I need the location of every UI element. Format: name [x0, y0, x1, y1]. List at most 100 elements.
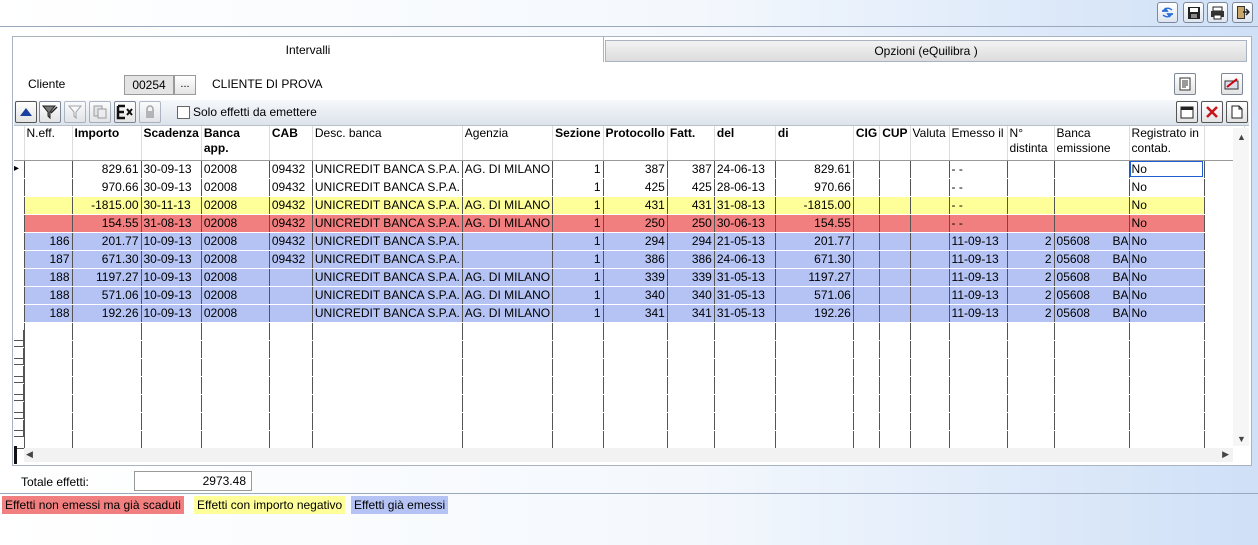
cell-distinta[interactable]: 2	[1007, 268, 1055, 287]
cell-banca-emissione[interactable]: 05608 BA	[1054, 250, 1130, 269]
cell-banca-emissione[interactable]	[1054, 178, 1130, 197]
cell-cab[interactable]: 09432	[269, 160, 313, 179]
col-banca-app[interactable]: Banca app.	[201, 126, 270, 161]
cell-scadenza[interactable]: 10-09-13	[141, 268, 202, 287]
cell-del[interactable]: 30-06-13	[714, 214, 776, 233]
filter-icon[interactable]	[64, 101, 86, 123]
cell-cab[interactable]: 09432	[269, 196, 313, 215]
cell-banca-emissione[interactable]: 05608 BA	[1054, 232, 1130, 251]
col-cup[interactable]: CUP	[879, 126, 911, 161]
cell-neff[interactable]: 188	[24, 268, 73, 287]
cell-banca-emissione[interactable]: 05608 BA	[1054, 304, 1130, 323]
exit-icon[interactable]	[1232, 2, 1253, 23]
cell-del[interactable]: 31-08-13	[714, 196, 776, 215]
cell-di[interactable]: 829.61	[775, 160, 854, 179]
cell-neff[interactable]	[24, 178, 73, 197]
vertical-scrollbar[interactable]: ▲ ▼	[1233, 128, 1249, 446]
cell-importo[interactable]: 829.61	[72, 160, 142, 179]
cell-del[interactable]: 31-05-13	[714, 268, 776, 287]
cell-cab[interactable]: 09432	[269, 250, 313, 269]
cell-emesso-il[interactable]: - -	[949, 214, 1008, 233]
cliente-browse-button[interactable]: ...	[174, 75, 196, 95]
cell-importo[interactable]: 201.77	[72, 232, 142, 251]
cell-protocollo[interactable]: 339	[603, 268, 668, 287]
cell-sezione[interactable]: 1	[552, 304, 604, 323]
cell-banca-emissione[interactable]	[1054, 160, 1130, 179]
cell-valuta[interactable]	[910, 232, 950, 251]
cell-emesso-il[interactable]: 11-09-13	[949, 232, 1008, 251]
cell-cab[interactable]: 09432	[269, 178, 313, 197]
cell-valuta[interactable]	[910, 268, 950, 287]
cell-registrato[interactable]: No	[1129, 178, 1205, 197]
cell-banca-app[interactable]: 02008	[201, 178, 270, 197]
col-valuta[interactable]: Valuta	[910, 126, 950, 161]
solo-effetti-checkbox[interactable]	[177, 106, 190, 119]
cell-cup[interactable]	[879, 250, 911, 269]
cell-importo[interactable]: 154.55	[72, 214, 142, 233]
cell-cab[interactable]: 09432	[269, 232, 313, 251]
cell-protocollo[interactable]: 294	[603, 232, 668, 251]
table-row[interactable]: 188 192.26 10-09-13 02008 UNICREDIT BANCA S.…	[14, 304, 1245, 323]
delete-icon[interactable]	[1201, 101, 1223, 123]
cliente-code-field[interactable]: 00254	[124, 75, 174, 95]
cell-registrato[interactable]: No	[1129, 160, 1205, 179]
cell-sezione[interactable]: 1	[552, 196, 604, 215]
cell-sezione[interactable]: 1	[552, 160, 604, 179]
cell-agenzia[interactable]: AG. DI MILANO	[462, 214, 554, 233]
cell-di[interactable]: 970.66	[775, 178, 854, 197]
cell-banca-emissione[interactable]: 05608 BA	[1054, 268, 1130, 287]
cell-desc-banca[interactable]: UNICREDIT BANCA S.P.A.	[312, 178, 463, 197]
cell-fatt[interactable]: 341	[667, 304, 715, 323]
cell-desc-banca[interactable]: UNICREDIT BANCA S.P.A.	[312, 286, 463, 305]
cell-fatt[interactable]: 339	[667, 268, 715, 287]
cell-fatt[interactable]: 387	[667, 160, 715, 179]
cell-sezione[interactable]: 1	[552, 286, 604, 305]
cell-fatt[interactable]: 294	[667, 232, 715, 251]
cell-neff[interactable]: 188	[24, 286, 73, 305]
cell-neff[interactable]	[24, 196, 73, 215]
cell-agenzia[interactable]	[462, 250, 554, 269]
cell-fatt[interactable]: 250	[667, 214, 715, 233]
cell-neff[interactable]	[24, 160, 73, 179]
cell-protocollo[interactable]: 340	[603, 286, 668, 305]
cell-agenzia[interactable]	[462, 178, 554, 197]
table-row[interactable]: 188 571.06 10-09-13 02008 UNICREDIT BANCA S.…	[14, 286, 1245, 305]
cell-banca-app[interactable]: 02008	[201, 196, 270, 215]
cell-cig[interactable]	[853, 304, 881, 323]
cell-di[interactable]: -1815.00	[775, 196, 854, 215]
col-agenzia[interactable]: Agenzia	[462, 126, 554, 161]
cell-cab[interactable]	[269, 286, 313, 305]
col-di[interactable]: di	[775, 126, 854, 161]
table-row[interactable]: 970.66 30-09-13 02008 09432 UNICREDIT BANCA …	[14, 178, 1245, 197]
cell-di[interactable]: 201.77	[775, 232, 854, 251]
cell-emesso-il[interactable]: 11-09-13	[949, 250, 1008, 269]
cell-valuta[interactable]	[910, 214, 950, 233]
col-banca-emissione[interactable]: Banca emissione	[1054, 126, 1130, 161]
cell-cup[interactable]	[879, 178, 911, 197]
cell-importo[interactable]: -1815.00	[72, 196, 142, 215]
cell-cup[interactable]	[879, 196, 911, 215]
col-del[interactable]: del	[714, 126, 776, 161]
print-icon[interactable]	[1207, 2, 1228, 23]
cell-del[interactable]: 24-06-13	[714, 250, 776, 269]
cell-emesso-il[interactable]: 11-09-13	[949, 304, 1008, 323]
cell-valuta[interactable]	[910, 160, 950, 179]
cell-fatt[interactable]: 431	[667, 196, 715, 215]
cell-valuta[interactable]	[910, 250, 950, 269]
cell-banca-app[interactable]: 02008	[201, 214, 270, 233]
cell-banca-app[interactable]: 02008	[201, 250, 270, 269]
cell-del[interactable]: 31-05-13	[714, 304, 776, 323]
cell-desc-banca[interactable]: UNICREDIT BANCA S.P.A.	[312, 250, 463, 269]
cell-cig[interactable]	[853, 250, 881, 269]
save-icon[interactable]	[1183, 2, 1204, 23]
cell-scadenza[interactable]: 30-11-13	[141, 196, 202, 215]
cell-fatt[interactable]: 386	[667, 250, 715, 269]
tab-opzioni[interactable]: Opzioni (eQuilibra )	[605, 40, 1247, 62]
cell-valuta[interactable]	[910, 178, 950, 197]
cell-scadenza[interactable]: 31-08-13	[141, 214, 202, 233]
cell-banca-emissione[interactable]: 05608 BA	[1054, 286, 1130, 305]
cell-agenzia[interactable]: AG. DI MILANO	[462, 160, 554, 179]
cell-cig[interactable]	[853, 214, 881, 233]
cell-distinta[interactable]: 2	[1007, 304, 1055, 323]
cell-cup[interactable]	[879, 214, 911, 233]
